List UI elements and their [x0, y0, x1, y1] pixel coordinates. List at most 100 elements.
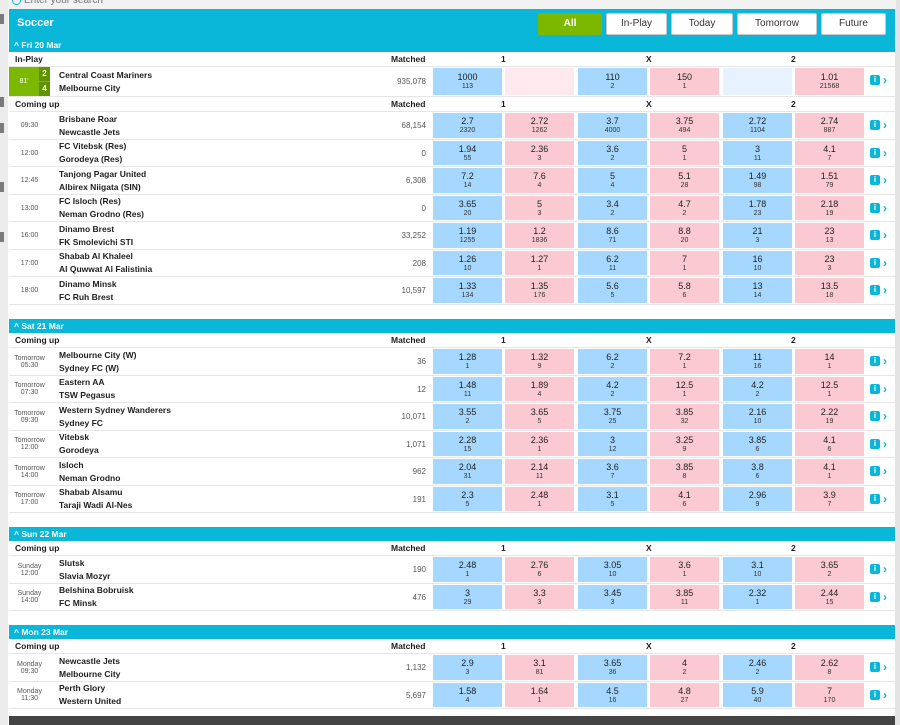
event-row[interactable]: Tomorrow 14:00 Isloch Neman Grodno 962 2.04 31… — [9, 458, 895, 486]
back-odds-cell[interactable]: 3.75 25 — [578, 404, 647, 429]
event-row[interactable]: 16:00 Dinamo Brest FK Smolevichi STI 33,252… — [9, 222, 895, 250]
chevron-right-icon[interactable]: › — [883, 382, 887, 396]
back-odds-cell[interactable]: 3.1 5 — [578, 487, 647, 511]
back-odds-cell[interactable]: 4.2 2 — [578, 377, 647, 401]
lay-odds-cell[interactable]: 3.65 2 — [795, 557, 864, 582]
lay-odds-cell[interactable]: 51 — [650, 141, 719, 165]
back-odds-cell[interactable]: 7.2 14 — [433, 168, 502, 193]
back-odds-cell[interactable]: 2.9 3 — [433, 655, 502, 680]
lay-odds-cell[interactable]: 71 — [650, 251, 719, 275]
day-header[interactable]: ^ Sat 21 Mar — [9, 319, 895, 333]
lay-odds-cell[interactable]: 5.8 6 — [650, 278, 719, 303]
lay-odds-cell[interactable]: 4.8 27 — [650, 683, 719, 707]
event-teams[interactable]: Melbourne City (W) Sydney FC (W) — [59, 348, 136, 375]
back-odds-cell[interactable]: 1.48 11 — [433, 377, 502, 401]
info-icon[interactable]: i — [870, 175, 880, 185]
event-row[interactable]: 13:00 FC Isloch (Res) Neman Grodno (Res) 0 3… — [9, 195, 895, 222]
lay-odds-cell[interactable]: 13.5 18 — [795, 278, 864, 303]
lay-odds-cell[interactable]: 2.62 8 — [795, 655, 864, 680]
back-odds-cell[interactable]: 1.58 4 — [433, 683, 502, 707]
back-odds-cell[interactable]: 3.6 2 — [578, 141, 647, 165]
lay-odds-cell[interactable]: 4.1 6 — [795, 432, 864, 456]
event-row[interactable]: Tomorrow 17:00 Shabab Alsamu Taraji Wadi Al… — [9, 486, 895, 513]
day-header[interactable]: ^ Sun 22 Mar — [9, 527, 895, 541]
lay-odds-cell[interactable]: 3.9 7 — [795, 487, 864, 511]
chevron-right-icon[interactable]: › — [883, 409, 887, 423]
lay-odds-cell[interactable]: 3.6 1 — [650, 557, 719, 582]
filter-all-button[interactable]: All — [538, 13, 602, 35]
chevron-right-icon[interactable]: › — [883, 118, 887, 132]
event-row[interactable]: 12:00 FC Vitebsk (Res) Gorodeya (Res) 0 1.94… — [9, 140, 895, 167]
chevron-right-icon[interactable]: › — [883, 73, 887, 87]
lay-odds-cell[interactable]: 3.85 8 — [650, 459, 719, 484]
event-teams[interactable]: Eastern AA TSW Pegasus — [59, 376, 115, 402]
lay-odds-cell[interactable]: 4.7 2 — [650, 196, 719, 220]
info-icon[interactable]: i — [870, 148, 880, 158]
info-icon[interactable]: i — [870, 662, 880, 672]
info-icon[interactable]: i — [870, 494, 880, 504]
event-teams[interactable]: Tanjong Pagar United Albirex Niigata (SIN… — [59, 167, 146, 194]
lay-odds-cell[interactable]: 2.48 1 — [505, 487, 574, 511]
back-odds-cell[interactable]: 3.55 2 — [433, 404, 502, 429]
lay-odds-cell[interactable]: 1.64 1 — [505, 683, 574, 707]
back-odds-cell[interactable]: 3 12 — [578, 432, 647, 456]
back-odds-cell[interactable]: 3.05 10 — [578, 557, 647, 582]
back-odds-cell[interactable]: 2.72 1104 — [723, 113, 792, 138]
back-odds-cell[interactable]: 1000 113 — [433, 68, 502, 95]
event-teams[interactable]: Dinamo Brest FK Smolevichi STI — [59, 222, 133, 249]
info-icon[interactable]: i — [870, 564, 880, 574]
back-odds-cell[interactable]: 6.2 11 — [578, 251, 647, 275]
event-row[interactable]: 17:00 Shabab Al Khaleel Al Quwwat Al Falis… — [9, 250, 895, 277]
back-odds-cell[interactable]: 3.85 6 — [723, 432, 792, 456]
event-teams[interactable]: Shabab Al Khaleel Al Quwwat Al Falistinia — [59, 250, 152, 276]
chevron-right-icon[interactable]: › — [883, 464, 887, 478]
lay-odds-cell[interactable]: 42 — [650, 655, 719, 680]
lay-odds-cell[interactable]: 2.76 6 — [505, 557, 574, 582]
event-row[interactable]: Monday 11:30 Perth Glory Western United 5,69… — [9, 682, 895, 709]
info-icon[interactable]: i — [870, 230, 880, 240]
back-odds-cell[interactable]: 2.28 15 — [433, 432, 502, 456]
lay-odds-cell[interactable]: 3.25 9 — [650, 432, 719, 456]
lay-odds-cell[interactable]: 3.85 32 — [650, 404, 719, 429]
back-odds-cell[interactable]: 3.6 7 — [578, 459, 647, 484]
lay-odds-cell[interactable]: 2.36 3 — [505, 141, 574, 165]
back-odds-cell[interactable]: 13 14 — [723, 278, 792, 303]
event-teams[interactable]: Newcastle Jets Melbourne City — [59, 654, 120, 681]
back-odds-cell[interactable]: 3.65 20 — [433, 196, 502, 220]
lay-odds-cell[interactable] — [505, 68, 574, 95]
chevron-right-icon[interactable]: › — [883, 590, 887, 604]
event-teams[interactable]: Western Sydney Wanderers Sydney FC — [59, 403, 171, 430]
filter-tomorrow-button[interactable]: Tomorrow — [737, 13, 817, 35]
lay-odds-cell[interactable]: 23 13 — [795, 223, 864, 248]
back-odds-cell[interactable]: 21 3 — [723, 223, 792, 248]
back-odds-cell[interactable]: 3.1 10 — [723, 557, 792, 582]
back-odds-cell[interactable] — [723, 68, 792, 95]
back-odds-cell[interactable]: 2.46 2 — [723, 655, 792, 680]
lay-odds-cell[interactable]: 7.6 4 — [505, 168, 574, 193]
info-icon[interactable]: i — [870, 592, 880, 602]
chevron-right-icon[interactable]: › — [883, 201, 887, 215]
lay-odds-cell[interactable]: 7 170 — [795, 683, 864, 707]
lay-odds-cell[interactable]: 1.27 1 — [505, 251, 574, 275]
chevron-right-icon[interactable]: › — [883, 173, 887, 187]
chevron-right-icon[interactable]: › — [883, 228, 887, 242]
info-icon[interactable]: i — [870, 120, 880, 130]
scrollbar[interactable] — [895, 0, 900, 725]
back-odds-cell[interactable]: 3.45 3 — [578, 585, 647, 609]
back-odds-cell[interactable]: 2.04 31 — [433, 459, 502, 484]
back-odds-cell[interactable]: 2.7 2320 — [433, 113, 502, 138]
chevron-right-icon[interactable]: › — [883, 146, 887, 160]
back-odds-cell[interactable]: 8.6 71 — [578, 223, 647, 248]
event-teams[interactable]: Central Coast Mariners Melbourne City — [59, 67, 152, 96]
event-row[interactable]: Sunday 14:00 Belshina Bobruisk FC Minsk 476 3… — [9, 584, 895, 611]
back-odds-cell[interactable]: 3 29 — [433, 585, 502, 609]
event-teams[interactable]: Slutsk Slavia Mozyr — [59, 556, 111, 583]
info-icon[interactable]: i — [870, 356, 880, 366]
lay-odds-cell[interactable]: 3.1 81 — [505, 655, 574, 680]
event-row[interactable]: Tomorrow 09:30 Western Sydney Wanderers Syd… — [9, 403, 895, 431]
lay-odds-cell[interactable]: 4.1 1 — [795, 459, 864, 484]
chevron-right-icon[interactable]: › — [883, 562, 887, 576]
back-odds-cell[interactable]: 1.33 134 — [433, 278, 502, 303]
lay-odds-cell[interactable]: 1.35 176 — [505, 278, 574, 303]
lay-odds-cell[interactable]: 2.36 1 — [505, 432, 574, 456]
